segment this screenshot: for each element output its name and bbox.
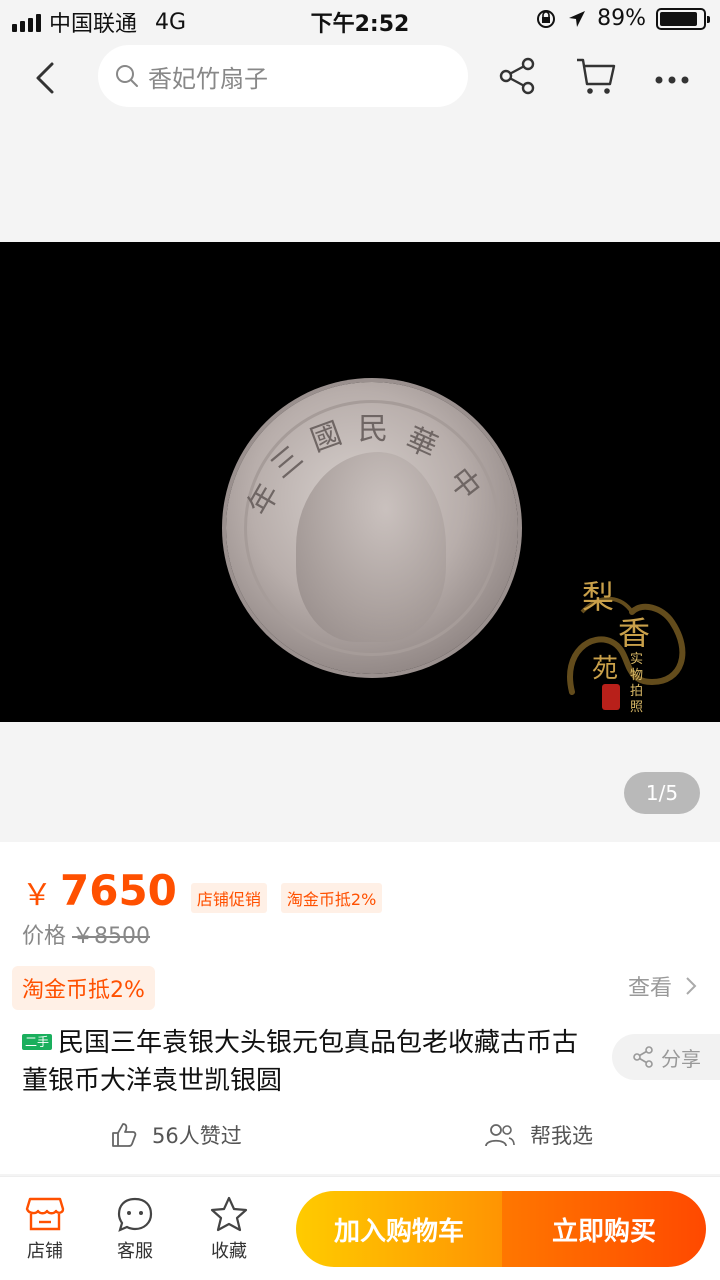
watermark-caption: 实物 — [630, 652, 644, 683]
watermark-char: 苑 — [592, 654, 619, 684]
share-icon — [633, 1046, 653, 1068]
product-title-text: 民国三年袁银大头银元包真品包老收藏古币古董银币大洋袁世凯银圆 — [22, 1028, 579, 1096]
secondhand-badge: 二手 — [22, 1034, 53, 1050]
chevron-right-icon — [686, 977, 697, 995]
battery-icon — [656, 7, 710, 30]
image-gallery[interactable]: 中 華 民 國 三 年 梨 香 苑 实物 拍照 1/5 — [0, 122, 720, 842]
thumbs-up-icon — [112, 1123, 137, 1147]
view-link[interactable]: 查看 — [628, 970, 698, 1002]
likes-button[interactable]: 56人赞过 — [110, 1120, 242, 1150]
favorite-button[interactable]: 收藏 — [194, 1195, 264, 1263]
view-label: 查看 — [627, 976, 672, 1001]
help-choose-button[interactable]: 帮我选 — [484, 1120, 593, 1150]
help-choose-label: 帮我选 — [530, 1124, 593, 1148]
product-page: 中国联通 4G 下午2:52 89% 香妃竹扇子 中 華 民 國 三 年 梨 香… — [0, 0, 720, 1280]
original-price-label: 价格 — [22, 924, 67, 949]
battery-level — [660, 11, 698, 26]
product-info: ￥ 7650 店铺促销 淘金币抵2% 价格 ￥8500 淘金币抵2% 查看 二手民… — [0, 842, 720, 1174]
product-photo: 中 華 民 國 三 年 梨 香 苑 实物 拍照 — [0, 242, 720, 722]
taojinbi-badge[interactable]: 淘金币抵2% — [12, 966, 155, 1010]
watermark-char: 梨 — [582, 578, 615, 616]
currency-symbol: ￥ — [22, 878, 52, 913]
chat-face-icon — [117, 1197, 153, 1232]
buy-now-button[interactable]: 立即购买 — [502, 1191, 706, 1267]
bottom-action-bar: 店铺 客服 收藏 加入购物车 立即购买 — [0, 1176, 720, 1280]
watermark-char: 香 — [618, 614, 651, 652]
coin-char: 民 — [358, 412, 388, 447]
search-input[interactable]: 香妃竹扇子 — [98, 45, 468, 107]
shop-watermark: 梨 香 苑 实物 拍照 — [552, 572, 702, 715]
rotation-lock-icon — [537, 9, 556, 28]
shop-button[interactable]: 店铺 — [10, 1195, 80, 1263]
original-price: 价格 ￥8500 — [22, 918, 150, 950]
back-icon[interactable] — [26, 58, 66, 98]
image-counter: 1/5 — [624, 772, 700, 814]
star-icon — [210, 1196, 248, 1232]
original-price-value: ￥8500 — [72, 924, 151, 949]
top-nav: 香妃竹扇子 — [0, 40, 720, 122]
price-row: ￥ 7650 店铺促销 淘金币抵2% — [22, 866, 383, 915]
portrait-relief — [296, 452, 446, 642]
people-icon — [485, 1124, 515, 1147]
current-price: 7650 — [60, 866, 177, 915]
search-icon — [116, 65, 138, 87]
share-icon[interactable] — [496, 54, 540, 98]
share-label: 分享 — [661, 1046, 701, 1071]
location-icon — [569, 10, 586, 27]
silver-coin-image: 中 華 民 國 三 年 — [226, 382, 518, 674]
shop-label: 店铺 — [27, 1241, 63, 1262]
status-bar: 中国联通 4G 下午2:52 89% — [0, 0, 720, 40]
share-button[interactable]: 分享 — [612, 1034, 720, 1080]
battery-percent: 89% — [597, 6, 646, 31]
cart-icon[interactable] — [574, 54, 618, 98]
product-title: 二手 民国三年袁银大头银元包真品包老收藏古币古董银币大洋袁世凯银圆 — [22, 1024, 592, 1100]
coin-discount-tag: 淘金币抵2% — [280, 883, 383, 913]
search-placeholder: 香妃竹扇子 — [148, 64, 268, 93]
favorite-label: 收藏 — [211, 1241, 247, 1262]
more-icon[interactable] — [650, 54, 694, 98]
shop-icon — [25, 1197, 65, 1231]
likes-label: 56人赞过 — [152, 1124, 242, 1148]
add-to-cart-button[interactable]: 加入购物车 — [296, 1191, 502, 1267]
watermark-caption: 拍照 — [630, 684, 644, 715]
promo-tag: 店铺促销 — [190, 883, 267, 913]
red-seal-stamp — [602, 684, 620, 710]
customer-service-label: 客服 — [117, 1241, 153, 1262]
customer-service-button[interactable]: 客服 — [100, 1195, 170, 1263]
